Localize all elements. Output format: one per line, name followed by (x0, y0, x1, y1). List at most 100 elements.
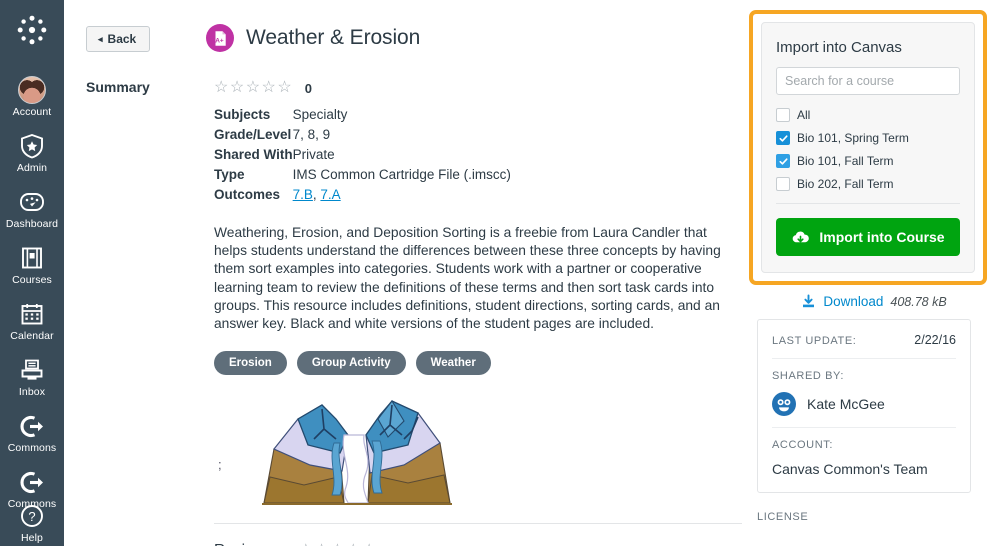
course-search-input[interactable] (776, 67, 960, 95)
sidebar-item-label: Admin (16, 162, 48, 174)
last-update-label: LAST UPDATE: (772, 335, 857, 347)
outcome-link-1[interactable]: 7.B (293, 187, 313, 202)
info-divider (772, 358, 956, 359)
resource-detail-main: A+ Weather & Erosion ☆ ☆ ☆ ☆ ☆ 0 Subject… (192, 0, 744, 546)
checkbox-checked-icon[interactable] (776, 154, 790, 168)
fact-key: Outcomes (214, 186, 281, 202)
question-circle-icon: ? (17, 501, 47, 531)
checkbox-unchecked-icon[interactable] (776, 177, 790, 191)
course-checkbox-list: All Bio 101, Spring Term Bio 101, Fall T… (776, 108, 960, 191)
outcome-link-2[interactable]: 7.A (320, 187, 340, 202)
canvas-logo-icon[interactable] (10, 8, 54, 52)
arrow-out-circle-icon (17, 467, 47, 497)
fact-value: Private (292, 146, 335, 162)
checkbox-unchecked-icon[interactable] (776, 108, 790, 122)
rating-row: ☆ ☆ ☆ ☆ ☆ 0 (214, 80, 744, 96)
sidebar-item-inbox[interactable]: Inbox (0, 346, 64, 402)
course-option-label: Bio 202, Fall Term (797, 177, 894, 191)
resource-info-card: LAST UPDATE: 2/22/16 SHARED BY: Kate McG… (757, 319, 971, 493)
reviews-section: Reviews ☆ ☆ ☆ ☆ ☆ 0 (214, 542, 744, 546)
sidebar-item-courses[interactable]: Courses (0, 234, 64, 290)
back-button-label: Back (107, 32, 137, 46)
fact-value: 7, 8, 9 (292, 126, 331, 142)
last-update-row: LAST UPDATE: 2/22/16 (772, 333, 956, 347)
star-icon: ☆ (277, 79, 292, 96)
fact-key: Shared With (214, 146, 293, 162)
resource-description: Weathering, Erosion, and Deposition Sort… (214, 225, 721, 332)
tag-item[interactable]: Weather (415, 351, 491, 376)
page-title: Weather & Erosion (246, 26, 421, 49)
summary-heading: Summary (86, 79, 150, 95)
import-into-course-button[interactable]: Import into Course (776, 218, 960, 256)
user-avatar-icon (17, 75, 47, 105)
tag-item[interactable]: Group Activity (296, 351, 406, 376)
star-icon: ☆ (229, 79, 245, 96)
star-icon: ☆ (245, 79, 261, 96)
sidebar-item-label: Account (12, 106, 52, 118)
sidebar-item-account[interactable]: Account (0, 66, 64, 122)
course-option-bio101-fall[interactable]: Bio 101, Fall Term (776, 154, 960, 168)
fact-key: Grade/Level (214, 126, 292, 142)
download-link[interactable]: Download (823, 294, 883, 309)
course-option-all[interactable]: All (776, 108, 960, 122)
checkbox-checked-icon[interactable] (776, 131, 790, 145)
fact-value-outcomes: 7.B, 7.A (293, 184, 511, 204)
resource-title-row: A+ Weather & Erosion (206, 24, 744, 52)
import-into-canvas-card: Import into Canvas All Bio 101, Spring T… (761, 22, 975, 273)
sidebar-item-label: Commons (7, 442, 57, 454)
table-row: Grade/Level 7, 8, 9 (214, 124, 511, 144)
cloud-download-icon (791, 230, 810, 245)
course-option-bio202-fall[interactable]: Bio 202, Fall Term (776, 177, 960, 191)
info-divider (772, 427, 956, 428)
sidebar-item-label: Courses (12, 274, 52, 286)
inbox-tray-icon (17, 355, 47, 385)
svg-text:A+: A+ (215, 37, 224, 44)
resource-metadata: ☆ ☆ ☆ ☆ ☆ 0 Subjects Specialty Grade/Lev… (214, 80, 744, 204)
course-option-label: Bio 101, Fall Term (797, 154, 894, 168)
reviews-label: Reviews (214, 542, 273, 546)
table-row: Outcomes 7.B, 7.A (214, 184, 511, 204)
sidebar-item-label: Inbox (18, 386, 46, 398)
book-icon (17, 243, 47, 273)
star-icon: ☆ (214, 79, 229, 96)
sidebar-item-commons-1[interactable]: Commons (0, 402, 64, 458)
course-option-label: Bio 101, Spring Term (797, 131, 909, 145)
course-option-label: All (797, 108, 811, 122)
course-option-bio101-spring[interactable]: Bio 101, Spring Term (776, 131, 960, 145)
tag-list: Erosion Group Activity Weather (214, 351, 744, 376)
right-sidebar: Import into Canvas All Bio 101, Spring T… (744, 0, 999, 546)
rating-count: 0 (304, 80, 312, 96)
table-row: Subjects Specialty (214, 104, 511, 124)
sidebar-item-label: Dashboard (5, 218, 59, 230)
card-divider (776, 203, 960, 204)
arrow-out-circle-icon (17, 411, 47, 441)
tag-item[interactable]: Erosion (214, 351, 287, 376)
sidebar-item-dashboard[interactable]: Dashboard (0, 178, 64, 234)
fact-key: Type (214, 166, 245, 182)
shared-by-label: SHARED BY: (772, 370, 845, 382)
last-update-value: 2/22/16 (914, 333, 956, 347)
import-panel-title: Import into Canvas (776, 39, 902, 56)
import-panel-highlight: Import into Canvas All Bio 101, Spring T… (749, 10, 987, 285)
back-button[interactable]: ◂ Back (86, 26, 151, 52)
page-root: Account Admin Dashboard Courses Calendar… (0, 0, 999, 546)
calendar-icon (17, 299, 47, 329)
sidebar-item-label: Help (21, 532, 43, 544)
star-rating[interactable]: ☆ ☆ ☆ ☆ ☆ (214, 80, 292, 96)
license-label: LICENSE (757, 511, 809, 523)
sidebar-item-help[interactable]: ? Help (0, 501, 64, 544)
sidebar-item-calendar[interactable]: Calendar (0, 290, 64, 346)
speedometer-icon (17, 187, 47, 217)
shared-by-row: Kate McGee (772, 392, 956, 416)
table-row: Type IMS Common Cartridge File (.imscc) (214, 164, 511, 184)
star-icon: ☆ (261, 79, 276, 96)
sidebar-item-label: Calendar (10, 330, 54, 342)
back-caret-icon: ◂ (98, 33, 103, 44)
sidebar-item-admin[interactable]: Admin (0, 122, 64, 178)
download-row[interactable]: Download 408.78 kB (749, 294, 999, 309)
import-button-label: Import into Course (819, 229, 945, 245)
fact-value: Specialty (292, 106, 348, 122)
account-label: ACCOUNT: (772, 439, 834, 451)
svg-text:?: ? (28, 509, 35, 524)
avatar (18, 76, 46, 104)
